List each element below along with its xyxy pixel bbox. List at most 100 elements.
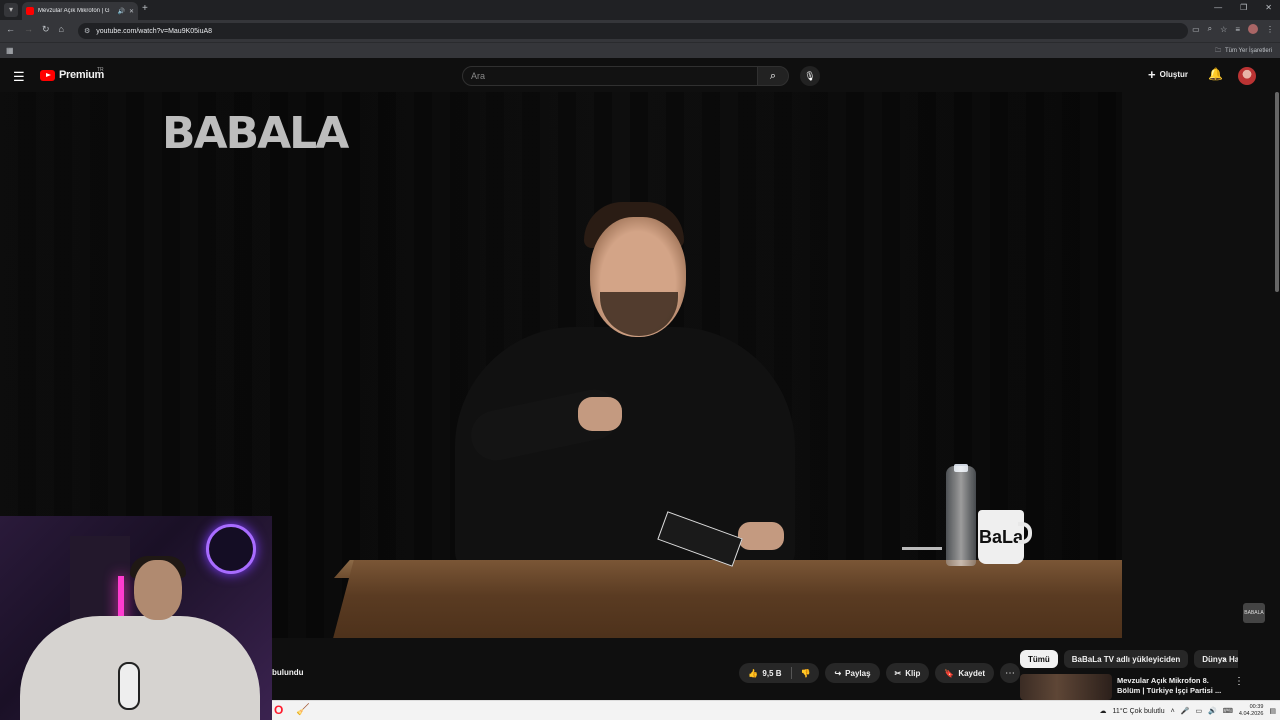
youtube-header: ☰ Premium TR ⌕ 🎙 + Oluştur 🔔 xyxy=(0,60,1280,92)
thumbs-up-icon: 👍 xyxy=(748,668,759,678)
bookmark-star-icon[interactable]: ☆ xyxy=(1220,25,1227,34)
volume-icon[interactable]: 🔊 xyxy=(1208,707,1217,715)
like-dislike-group: 👍 9,5 B 👎 xyxy=(739,663,820,683)
create-button[interactable]: + Oluştur xyxy=(1148,68,1188,81)
plus-icon: + xyxy=(1148,67,1156,82)
home-icon[interactable]: ⌂ xyxy=(59,24,64,35)
apps-grid-icon[interactable]: ▦ xyxy=(6,46,14,55)
pinned-app-icon[interactable]: 🧹 xyxy=(296,703,310,716)
clip-button[interactable]: ✂ Klip xyxy=(885,663,930,683)
search-box[interactable] xyxy=(462,66,758,86)
like-count: 9,5 B xyxy=(762,668,782,678)
network-icon[interactable]: ▭ xyxy=(1195,707,1202,715)
webcam-person-body xyxy=(20,616,260,720)
os-taskbar: O 🧹 ☁ 11°C Çok bulutlu ˄ 🎤 ▭ 🔊 ⌨ 00:39 4… xyxy=(272,700,1280,720)
related-chips: Tümü BaBaLa TV adlı yükleyiciden Dünya H… xyxy=(1020,650,1238,670)
notifications-icon[interactable]: ▤ xyxy=(1269,707,1276,715)
account-avatar[interactable] xyxy=(1238,67,1256,85)
tab-search-icon[interactable]: ▾ xyxy=(4,3,18,17)
toolbar-right: ▭ ⌕ ☆ ≡ ⋮ xyxy=(1192,24,1274,34)
webcam-person-head xyxy=(134,560,182,620)
system-tray: ☁ 11°C Çok bulutlu ˄ 🎤 ▭ 🔊 ⌨ 00:39 4.04.… xyxy=(1100,704,1276,718)
chip-all[interactable]: Tümü xyxy=(1020,650,1058,668)
extensions-icon[interactable]: ≡ xyxy=(1235,25,1240,34)
new-tab-button[interactable]: + xyxy=(142,3,148,14)
weather-icon: ☁ xyxy=(1099,708,1107,715)
window-controls: — ❐ ✕ xyxy=(1214,3,1272,12)
action-buttons: 👍 9,5 B 👎 ↪ Paylaş ✂ Klip 🔖 Kaydet ⋯ xyxy=(739,663,1020,683)
clock-time: 00:39 xyxy=(1249,704,1264,710)
mug-logo: BaLa xyxy=(978,526,1023,547)
recommended-thumbnail[interactable] xyxy=(1020,674,1112,700)
clock[interactable]: 00:39 4.04.2026 xyxy=(1239,704,1263,718)
logo-country-code: TR xyxy=(97,67,104,73)
more-actions-button[interactable]: ⋯ xyxy=(1000,663,1020,683)
speaker-hand xyxy=(578,397,622,431)
channel-corner-badge[interactable]: BABALA xyxy=(1243,603,1265,623)
mic-tray-icon[interactable]: 🎤 xyxy=(1181,707,1190,715)
cast-icon[interactable]: ▭ xyxy=(1192,25,1200,34)
video-action-row: bulundu 👍 9,5 B 👎 ↪ Paylaş ✂ Klip 🔖 Kayd… xyxy=(272,656,1020,690)
close-tab-icon[interactable]: ✕ xyxy=(129,8,134,15)
recommended-video[interactable]: Mevzular Açık Mikrofon 8. Bölüm | Türkiy… xyxy=(1020,674,1246,700)
zoom-icon[interactable]: ⌕ xyxy=(1208,24,1212,34)
restore-icon[interactable]: ❐ xyxy=(1240,3,1247,12)
all-bookmarks-label: Tüm Yer İşaretleri xyxy=(1224,48,1272,54)
share-icon: ↪ xyxy=(834,668,842,678)
search-button[interactable]: ⌕ xyxy=(757,66,789,86)
hamburger-menu-icon[interactable]: ☰ xyxy=(13,69,25,85)
voice-search-button[interactable]: 🎙 xyxy=(800,66,820,86)
url-text[interactable]: youtube.com/watch?v=Mau9K05iuA8 xyxy=(96,28,212,35)
youtube-logo[interactable]: Premium TR xyxy=(40,67,104,81)
share-button[interactable]: ↪ Paylaş xyxy=(825,663,880,683)
nav-buttons: ← → ↻ ⌂ xyxy=(6,24,64,35)
browser-tab-bar: ▾ Mevzular Açık Mikrofon | G 🔊 ✕ + — ❐ ✕ xyxy=(0,0,1280,20)
youtube-play-icon xyxy=(40,69,55,81)
thumbs-down-icon: 👎 xyxy=(800,668,811,678)
speaker-icon[interactable]: 🔊 xyxy=(117,8,124,15)
keyboard-icon[interactable]: ⌨ xyxy=(1223,707,1233,715)
minimize-icon[interactable]: — xyxy=(1214,3,1222,12)
clip-label: Klip xyxy=(905,668,921,678)
profile-avatar[interactable] xyxy=(1248,24,1258,34)
browser-tab-active[interactable]: Mevzular Açık Mikrofon | G 🔊 ✕ xyxy=(22,2,138,20)
share-label: Paylaş xyxy=(845,668,871,678)
speaker-hand-desk xyxy=(738,522,784,550)
channel-watermark: BABALA xyxy=(162,108,349,159)
site-info-icon[interactable]: ⚙ xyxy=(84,27,90,35)
chevron-right-icon[interactable]: › xyxy=(1222,654,1225,665)
weather-text[interactable]: 11°C Çok bulutlu xyxy=(1113,708,1165,715)
water-bottle xyxy=(946,466,976,566)
youtube-favicon-icon xyxy=(26,7,34,15)
reload-icon[interactable]: ↻ xyxy=(42,24,50,35)
more-vertical-icon[interactable]: ⋮ xyxy=(1234,676,1244,687)
search-input[interactable] xyxy=(471,71,749,81)
folder-icon: 🗀 xyxy=(1214,48,1221,54)
save-button[interactable]: 🔖 Kaydet xyxy=(935,663,994,683)
create-label: Oluştur xyxy=(1159,70,1189,79)
browser-toolbar: ← → ↻ ⌂ ⚙ youtube.com/watch?v=Mau9K05iuA… xyxy=(0,20,1280,42)
browser-menu-icon[interactable]: ⋮ xyxy=(1266,25,1274,34)
notifications-bell-icon[interactable]: 🔔 xyxy=(1208,67,1223,81)
dislike-button[interactable]: 👎 xyxy=(792,663,820,683)
address-bar[interactable]: ⚙ youtube.com/watch?v=Mau9K05iuA8 xyxy=(78,23,1188,39)
page-scrollbar-thumb[interactable] xyxy=(1275,92,1279,292)
tray-chevron-icon[interactable]: ˄ xyxy=(1171,708,1175,715)
webcam-neon-sign xyxy=(206,524,256,574)
back-icon[interactable]: ← xyxy=(6,24,15,35)
chip-from-uploader[interactable]: BaBaLa TV adlı yükleyiciden xyxy=(1063,650,1189,668)
webcam-microphone xyxy=(118,662,140,710)
bookmark-icon: 🔖 xyxy=(944,668,955,678)
more-horizontal-icon: ⋯ xyxy=(1005,667,1015,679)
forward-icon[interactable]: → xyxy=(24,24,33,35)
like-button[interactable]: 👍 9,5 B xyxy=(739,663,790,683)
recommended-title[interactable]: Mevzular Açık Mikrofon 8. Bölüm | Türkiy… xyxy=(1117,676,1227,696)
save-label: Kaydet xyxy=(958,668,985,678)
chip-world[interactable]: Dünya Ha xyxy=(1194,650,1238,668)
opera-icon[interactable]: O xyxy=(274,703,283,717)
desk xyxy=(330,560,1122,638)
close-window-icon[interactable]: ✕ xyxy=(1265,3,1272,12)
all-bookmarks[interactable]: 🗀 Tüm Yer İşaretleri xyxy=(1215,46,1272,56)
subscriber-text: bulundu xyxy=(272,668,304,677)
webcam-overlay xyxy=(0,516,272,720)
